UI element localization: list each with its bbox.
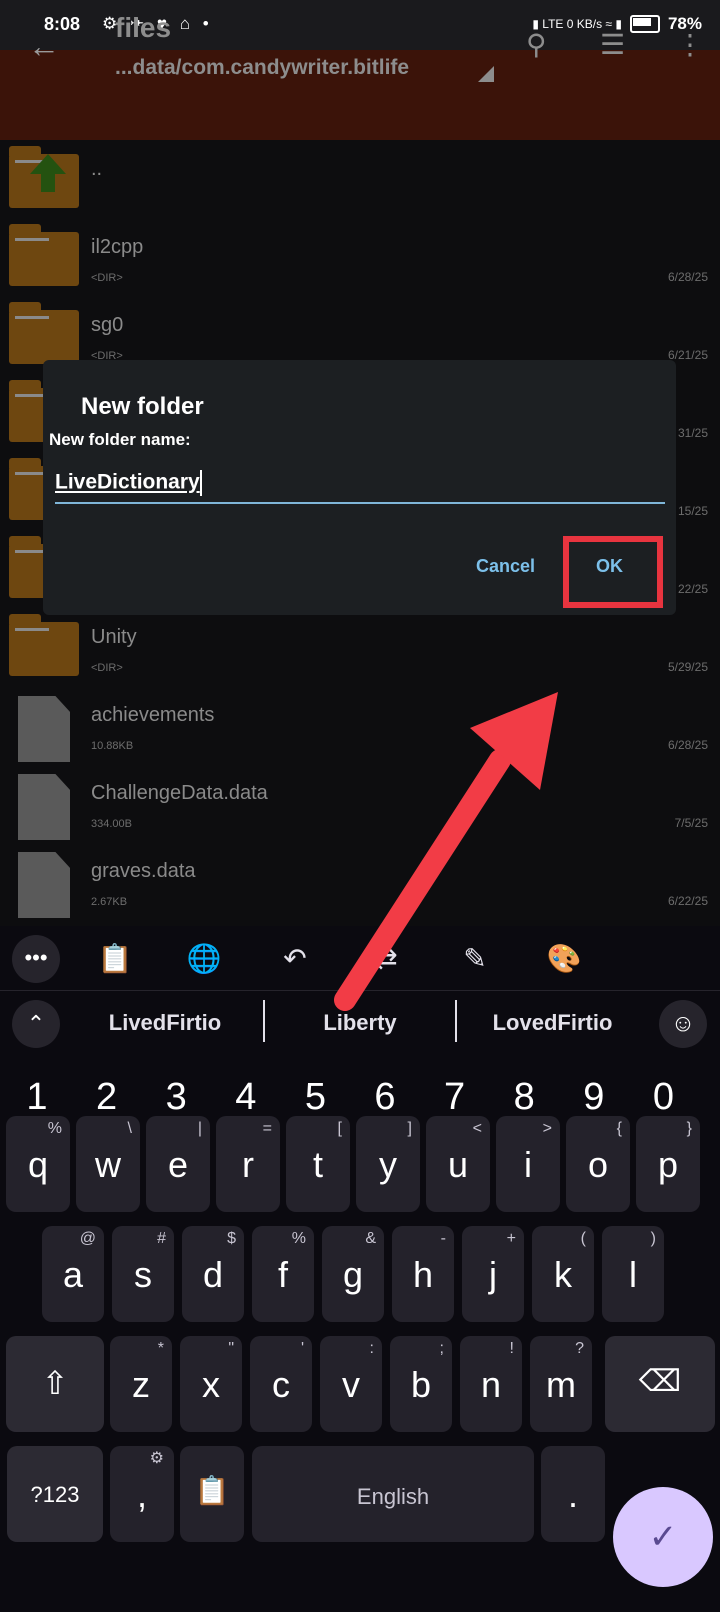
annotation-arrow-shaft xyxy=(334,749,511,1011)
annotation-arrow xyxy=(334,692,558,1011)
